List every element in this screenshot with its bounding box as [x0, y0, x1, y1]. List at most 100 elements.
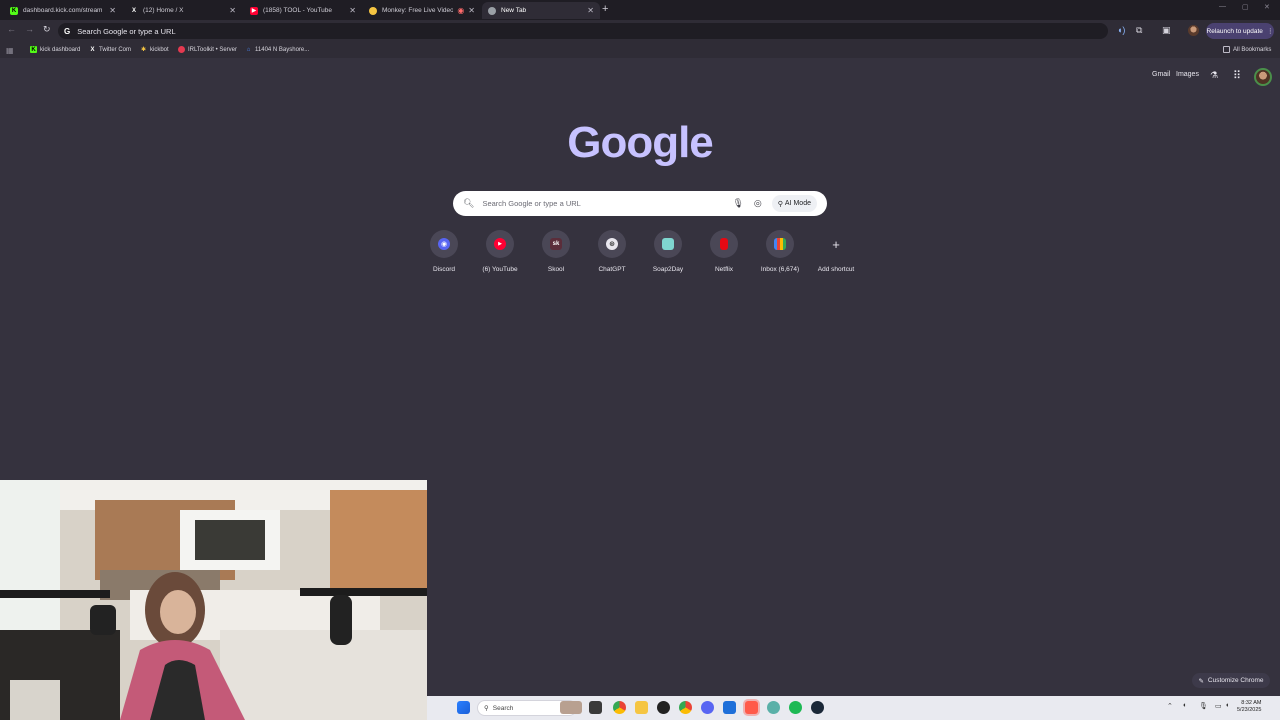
lens-camera-icon[interactable]: ◎: [754, 198, 762, 209]
chrome-profile-icon[interactable]: [679, 701, 692, 714]
all-bookmarks-label: All Bookmarks: [1233, 46, 1272, 53]
tab-monkey[interactable]: Monkey: Free Live Video Ch ◉ ✕: [363, 2, 481, 19]
bookmark-label: Twitter Com: [99, 46, 132, 53]
x-icon: X: [131, 7, 136, 14]
search-icon: 🔍︎: [463, 198, 475, 208]
close-icon[interactable]: ✕: [587, 6, 594, 15]
shortcut-netflix[interactable]: Netflix: [696, 230, 752, 273]
tray-chevron-icon[interactable]: ⌃: [1167, 702, 1173, 710]
shortcut-add[interactable]: + Add shortcut: [808, 230, 864, 274]
address-bar[interactable]: G Search Google or type a URL: [58, 23, 1108, 39]
tray-app-icon[interactable]: ◐: [1183, 702, 1187, 709]
minimize-icon[interactable]: —: [1219, 3, 1226, 10]
shortcut-inbox[interactable]: Inbox (6,674): [752, 230, 808, 273]
netflix-icon: [720, 238, 728, 250]
microphone-icon[interactable]: 🎙︎: [732, 198, 743, 209]
bookmarks-bar: ▦ K kick dashboard X Twitter Com ✱ kickb…: [0, 42, 1280, 58]
tab-youtube[interactable]: ▶ (1858) TOOL - YouTube ✕: [244, 2, 362, 19]
close-icon[interactable]: ✕: [109, 6, 116, 15]
address-bar-text: Search Google or type a URL: [77, 26, 176, 36]
tab-kick-dashboard[interactable]: K dashboard.kick.com/stream ✕: [4, 2, 122, 19]
customize-chrome-button[interactable]: ✎ Customize Chrome: [1192, 673, 1270, 688]
task-view-icon[interactable]: [589, 701, 602, 714]
extensions-icon[interactable]: ⧉: [1136, 25, 1142, 36]
relaunch-button[interactable]: Relaunch to update ⋮: [1206, 23, 1274, 39]
chatgpt-icon: ⊛: [606, 238, 618, 250]
shortcut-chatgpt[interactable]: ⊛ ChatGPT: [584, 230, 640, 273]
maximize-icon[interactable]: ▢: [1242, 3, 1249, 11]
all-bookmarks[interactable]: All Bookmarks: [1223, 46, 1271, 53]
tab-title: dashboard.kick.com/stream: [23, 7, 103, 14]
window-close-icon[interactable]: ✕: [1264, 3, 1270, 11]
skool-icon: sk: [550, 238, 562, 250]
account-avatar[interactable]: [1254, 68, 1272, 86]
youtube-icon: ▶: [250, 6, 258, 15]
shortcut-youtube[interactable]: ▶ (6) YouTube: [472, 230, 528, 273]
google-apps-icon[interactable]: ⠿: [1233, 69, 1241, 82]
windows-start-icon[interactable]: [457, 701, 470, 714]
shortcut-discord[interactable]: ◉ Discord: [416, 230, 472, 273]
gmail-link[interactable]: Gmail: [1152, 71, 1170, 78]
tab-title: (1858) TOOL - YouTube: [263, 7, 333, 14]
images-link[interactable]: Images: [1176, 71, 1199, 78]
clock-time: 8:32 AM: [1241, 700, 1262, 706]
file-explorer-icon[interactable]: [635, 701, 648, 714]
search-input[interactable]: Search Google or type a URL: [482, 199, 722, 208]
network-icon[interactable]: ▭: [1215, 702, 1222, 710]
back-icon[interactable]: ←: [7, 24, 16, 34]
recording-icon: ◉: [457, 6, 465, 15]
shortcut-label: Add shortcut: [817, 266, 855, 273]
new-tab-button[interactable]: +: [602, 3, 608, 15]
clock[interactable]: 8:32 AM 5/23/2025: [1237, 700, 1261, 714]
tab-x-home[interactable]: X (12) Home / X ✕: [124, 2, 242, 19]
google-g-icon: G: [64, 26, 71, 36]
search-icon: ⚲: [484, 705, 489, 712]
calculator-icon[interactable]: [723, 701, 736, 714]
folder-icon: [1223, 46, 1230, 53]
pencil-icon: ✎: [1198, 677, 1204, 685]
active-app-icon[interactable]: [745, 701, 758, 714]
monkey-icon: [369, 6, 377, 15]
google-logo: Google: [567, 118, 714, 167]
customize-label: Customize Chrome: [1207, 677, 1264, 684]
gmail-icon: [774, 238, 786, 250]
steam-icon[interactable]: [811, 701, 824, 714]
obs-icon[interactable]: [657, 701, 670, 714]
bookmark-bayshore[interactable]: ⌂ 11404 N Bayshore...: [245, 46, 310, 53]
app-icon[interactable]: [767, 701, 780, 714]
windows-taskbar: ⚲ Search ⌃ ◐ 🎙︎ ▭ ◖ 8:32 AM 5/23/2025: [427, 696, 1280, 720]
close-icon[interactable]: ✕: [468, 6, 475, 15]
shortcut-label: Soap2Day: [652, 266, 684, 273]
shortcut-skool[interactable]: sk Skool: [528, 230, 584, 273]
forward-icon[interactable]: →: [25, 24, 34, 34]
ai-mode-label: AI Mode: [784, 200, 811, 207]
chrome-taskbar-icon[interactable]: [613, 701, 626, 714]
tab-title: Monkey: Free Live Video Ch: [382, 7, 454, 14]
house-icon: ⌂: [246, 46, 251, 53]
bookmark-twitter[interactable]: X Twitter Com: [89, 46, 131, 53]
tab-title: New Tab: [501, 7, 527, 14]
relaunch-label: Relaunch to update: [1206, 27, 1263, 35]
mic-tray-icon[interactable]: 🎙︎: [1199, 702, 1208, 710]
profile-avatar[interactable]: [1188, 25, 1199, 36]
close-icon[interactable]: ✕: [229, 6, 236, 15]
ai-mode-button[interactable]: ⚲ AI Mode: [771, 195, 817, 212]
audio-icon[interactable]: ◖): [1117, 25, 1125, 35]
toolbar: ← → ↻ G Search Google or type a URL ◖) ⧉…: [0, 20, 1280, 42]
tab-strip: K dashboard.kick.com/stream ✕ X (12) Hom…: [0, 0, 1280, 20]
bookmark-kick-dashboard[interactable]: K kick dashboard: [30, 46, 80, 53]
bookmark-irltoolkit[interactable]: IRLToolkit • Server: [178, 46, 237, 53]
labs-flask-icon[interactable]: ⚗: [1210, 70, 1218, 81]
apps-icon[interactable]: ▦: [6, 46, 14, 55]
bookmark-kickbot[interactable]: ✱ kickbot: [140, 46, 169, 54]
search-box[interactable]: 🔍︎ Search Google or type a URL 🎙︎ ◎ ⚲ AI…: [453, 191, 827, 216]
discord-taskbar-icon[interactable]: [701, 701, 714, 714]
side-panel-icon[interactable]: ▣: [1162, 25, 1171, 36]
shortcut-soap2day[interactable]: Soap2Day: [640, 230, 696, 273]
volume-icon[interactable]: ◖: [1225, 702, 1229, 709]
reload-icon[interactable]: ↻: [43, 24, 51, 35]
close-icon[interactable]: ✕: [349, 6, 356, 15]
spotify-icon[interactable]: [789, 701, 802, 714]
tab-new-tab[interactable]: New Tab ✕: [482, 2, 600, 19]
widgets-icon[interactable]: [560, 701, 582, 714]
